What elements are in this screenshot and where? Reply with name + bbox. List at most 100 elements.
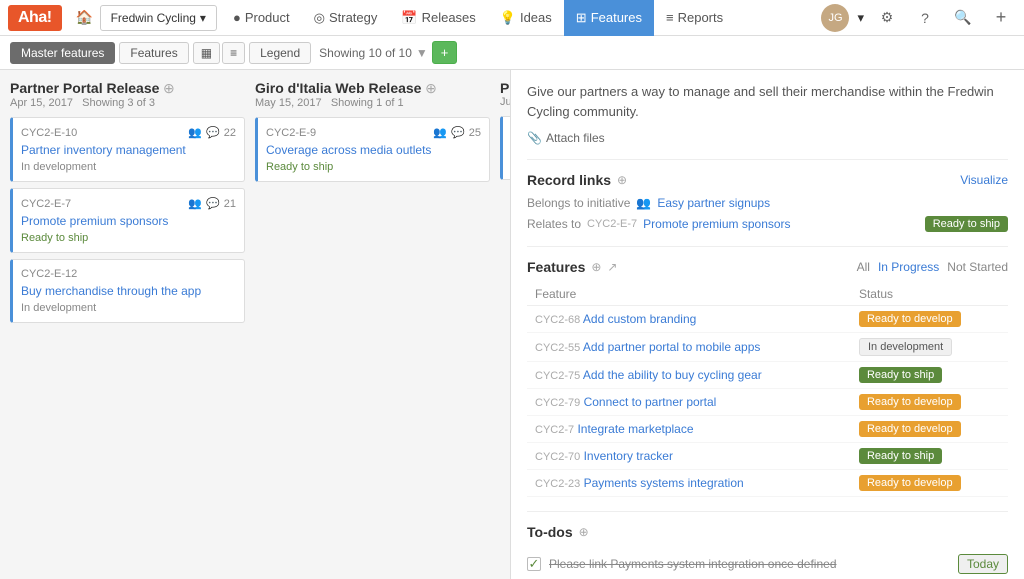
- main-content: Partner Portal Release ⊕ Apr 15, 2017 Sh…: [0, 70, 1024, 579]
- nav-product[interactable]: ● Product: [221, 0, 302, 36]
- master-features-button[interactable]: Master features: [10, 42, 115, 64]
- grid-view-icon[interactable]: ▦: [193, 42, 220, 64]
- reports-icon: ≡: [666, 10, 674, 25]
- logo[interactable]: Aha!: [8, 5, 62, 31]
- status-badge: Ready to develop: [859, 475, 961, 491]
- add-release-icon[interactable]: ⊕: [163, 80, 175, 96]
- add-feature-button[interactable]: +: [432, 41, 458, 64]
- legend-button[interactable]: Legend: [249, 42, 311, 64]
- card-status-e12: In development: [21, 302, 236, 314]
- card-cyc2-e-12: CYC2-E-12 Buy merchandise through the ap…: [10, 259, 245, 323]
- workspace-dropdown[interactable]: Fredwin Cycling ▾: [100, 5, 217, 31]
- table-row: CYC2-7 Integrate marketplace Ready to de…: [527, 416, 1008, 443]
- detail-description: Give our partners a way to manage and se…: [527, 82, 1008, 121]
- features-section-header: Features ⊕ ↗ All In Progress Not Started: [527, 259, 1008, 275]
- people-icon-e9: 👥: [433, 126, 447, 139]
- nav-releases[interactable]: 📅 Releases: [389, 0, 487, 36]
- todo-checkbox-0[interactable]: ✓: [527, 557, 541, 571]
- add-todo-icon[interactable]: ⊕: [579, 525, 589, 539]
- nav-ideas-label: Ideas: [520, 10, 552, 25]
- help-icon[interactable]: ?: [910, 3, 940, 33]
- table-row: CYC2-68 Add custom branding Ready to dev…: [527, 306, 1008, 333]
- list-view-icon[interactable]: ≡: [222, 42, 245, 64]
- view-icons: ▦ ≡: [193, 42, 245, 64]
- status-badge: Ready to develop: [859, 311, 961, 327]
- strategy-icon: ◎: [314, 10, 325, 26]
- card-title-e10[interactable]: Partner inventory management: [21, 143, 236, 157]
- release-col-giro: Giro d'Italia Web Release ⊕ May 15, 2017…: [255, 80, 490, 569]
- status-badge: Ready to develop: [859, 421, 961, 437]
- comment-icon-e7: 💬: [206, 197, 220, 210]
- record-links-section: Record links ⊕ Visualize Belongs to init…: [527, 172, 1008, 232]
- filter-all[interactable]: All: [857, 260, 870, 274]
- release-header-giro: Giro d'Italia Web Release ⊕ May 15, 2017…: [255, 80, 490, 109]
- avatar-chevron-icon: ▾: [857, 10, 864, 26]
- features-button[interactable]: Features: [119, 42, 188, 64]
- search-icon[interactable]: 🔍: [948, 3, 978, 33]
- filter-in-progress[interactable]: In Progress: [878, 260, 939, 274]
- sub-nav: Master features Features ▦ ≡ Legend Show…: [0, 36, 1024, 70]
- divider-1: [527, 159, 1008, 160]
- divider-3: [527, 511, 1008, 512]
- todo-item-0: ✓ Please link Payments system integratio…: [527, 548, 1008, 579]
- add-feature-icon[interactable]: ⊕: [591, 260, 601, 274]
- status-badge: In development: [859, 338, 952, 356]
- nav-ideas[interactable]: 💡 Ideas: [488, 0, 564, 36]
- card-title-e7[interactable]: Promote premium sponsors: [21, 214, 236, 228]
- features-title: Features: [527, 259, 585, 275]
- nav-features[interactable]: ⊞ Features: [564, 0, 654, 36]
- avatar[interactable]: JG: [821, 4, 849, 32]
- settings-icon[interactable]: ⚙: [872, 3, 902, 33]
- chevron-down-icon: ▾: [200, 11, 206, 25]
- table-row: CYC2-23 Payments systems integration Rea…: [527, 470, 1008, 497]
- comment-icon-e9: 💬: [451, 126, 465, 139]
- add-record-link-icon[interactable]: ⊕: [617, 173, 627, 187]
- card-status-e7: Ready to ship: [21, 232, 236, 244]
- filter-not-started[interactable]: Not Started: [947, 260, 1008, 274]
- home-icon[interactable]: 🏠: [70, 3, 100, 33]
- add-giro-icon[interactable]: ⊕: [425, 80, 437, 96]
- kanban-board: Partner Portal Release ⊕ Apr 15, 2017 Sh…: [0, 70, 510, 579]
- releases-icon: 📅: [401, 10, 417, 26]
- card-progress: CYC2-... Impro... Ready...: [500, 116, 510, 180]
- card-status-e10: In development: [21, 161, 236, 173]
- external-link-icon[interactable]: ↗: [607, 260, 617, 274]
- add-icon[interactable]: +: [986, 3, 1016, 33]
- divider-2: [527, 246, 1008, 247]
- nav-strategy-label: Strategy: [329, 10, 377, 25]
- table-row: CYC2-75 Add the ability to buy cycling g…: [527, 362, 1008, 389]
- nav-releases-label: Releases: [422, 10, 476, 25]
- belongs-link[interactable]: Easy partner signups: [657, 196, 770, 210]
- workspace-label: Fredwin Cycling: [111, 11, 196, 25]
- release-col-partner: Partner Portal Release ⊕ Apr 15, 2017 Sh…: [10, 80, 245, 569]
- todo-text-0: Please link Payments system integration …: [549, 557, 950, 571]
- record-links-title: Record links: [527, 172, 611, 188]
- card-title-e9[interactable]: Coverage across media outlets: [266, 143, 481, 157]
- table-row: CYC2-79 Connect to partner portal Ready …: [527, 389, 1008, 416]
- ideas-icon: 💡: [500, 10, 516, 26]
- nav-right: JG ▾ ⚙ ? 🔍 +: [821, 3, 1016, 33]
- today-button[interactable]: Today: [958, 554, 1008, 574]
- card-cyc2-e-7: CYC2-E-7 👥 💬 21 Promote premium sponsors…: [10, 188, 245, 253]
- filter-icon[interactable]: ▼: [416, 46, 428, 60]
- card-title-e12[interactable]: Buy merchandise through the app: [21, 284, 236, 298]
- nav-reports-label: Reports: [678, 10, 724, 25]
- nav-product-label: Product: [245, 10, 290, 25]
- relates-link[interactable]: Promote premium sponsors: [643, 217, 790, 231]
- attach-files-link[interactable]: 📎 Attach files: [527, 131, 1008, 145]
- card-cyc2-e-9: CYC2-E-9 👥 💬 25 Coverage across media ou…: [255, 117, 490, 182]
- paperclip-icon: 📎: [527, 131, 542, 145]
- status-badge: Ready to develop: [859, 394, 961, 410]
- people-icon: 👥: [188, 126, 202, 139]
- relates-id: CYC2-E-7: [587, 218, 637, 230]
- todos-section: To-dos ⊕ ✓ Please link Payments system i…: [527, 524, 1008, 579]
- visualize-button[interactable]: Visualize: [960, 173, 1008, 187]
- todos-title: To-dos: [527, 524, 573, 540]
- col-status: Status: [851, 283, 1008, 306]
- release-col-progress: Progre... Jun 15, 2... CYC2-... Impro...…: [500, 80, 510, 569]
- status-badge: Ready to ship: [859, 367, 942, 383]
- nav-strategy[interactable]: ◎ Strategy: [302, 0, 390, 36]
- release-title-partner: Partner Portal Release ⊕: [10, 80, 245, 97]
- showing-count: Showing 10 of 10: [319, 46, 412, 60]
- nav-reports[interactable]: ≡ Reports: [654, 0, 735, 36]
